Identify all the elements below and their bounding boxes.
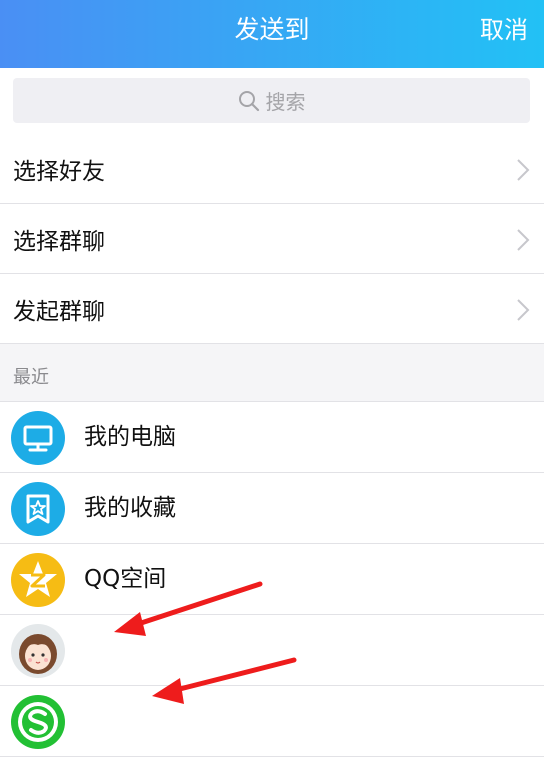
top-bar: 发送到 取消: [0, 0, 544, 68]
send-options-menu: 选择好友 选择群聊 发起群聊: [0, 134, 544, 344]
annotation-arrow: [114, 581, 263, 636]
recent-item-name: 我的电脑: [84, 424, 176, 450]
user-avatar: [11, 624, 65, 678]
annotation-arrow: [152, 657, 297, 704]
favorites-icon: [11, 482, 65, 536]
computer-icon: [11, 411, 65, 465]
menu-item-label: 选择好友: [13, 158, 105, 185]
chevron-right-icon: [517, 159, 530, 181]
menu-item-label: 发起群聊: [13, 298, 105, 325]
search-input[interactable]: 搜索: [13, 78, 530, 123]
search-bar-container: 搜索: [0, 68, 544, 134]
search-placeholder: 搜索: [265, 90, 306, 114]
select-groups-item[interactable]: 选择群聊: [0, 204, 544, 274]
chevron-right-icon: [517, 229, 530, 251]
recent-item-my-computer[interactable]: 我的电脑: [0, 402, 544, 473]
recent-item-my-favorites[interactable]: 我的收藏: [0, 473, 544, 544]
select-friends-item[interactable]: 选择好友: [0, 134, 544, 204]
s-app-icon: [11, 695, 65, 749]
start-group-chat-item[interactable]: 发起群聊: [0, 274, 544, 344]
recent-section-header: 最近: [0, 347, 544, 402]
qzone-icon: [11, 553, 65, 607]
recent-item-name: 我的收藏: [84, 495, 176, 521]
cancel-button[interactable]: 取消: [480, 0, 528, 60]
page-title: 发送到: [234, 15, 310, 44]
chevron-right-icon: [517, 299, 530, 321]
search-icon: [238, 90, 259, 111]
menu-item-label: 选择群聊: [13, 228, 105, 255]
